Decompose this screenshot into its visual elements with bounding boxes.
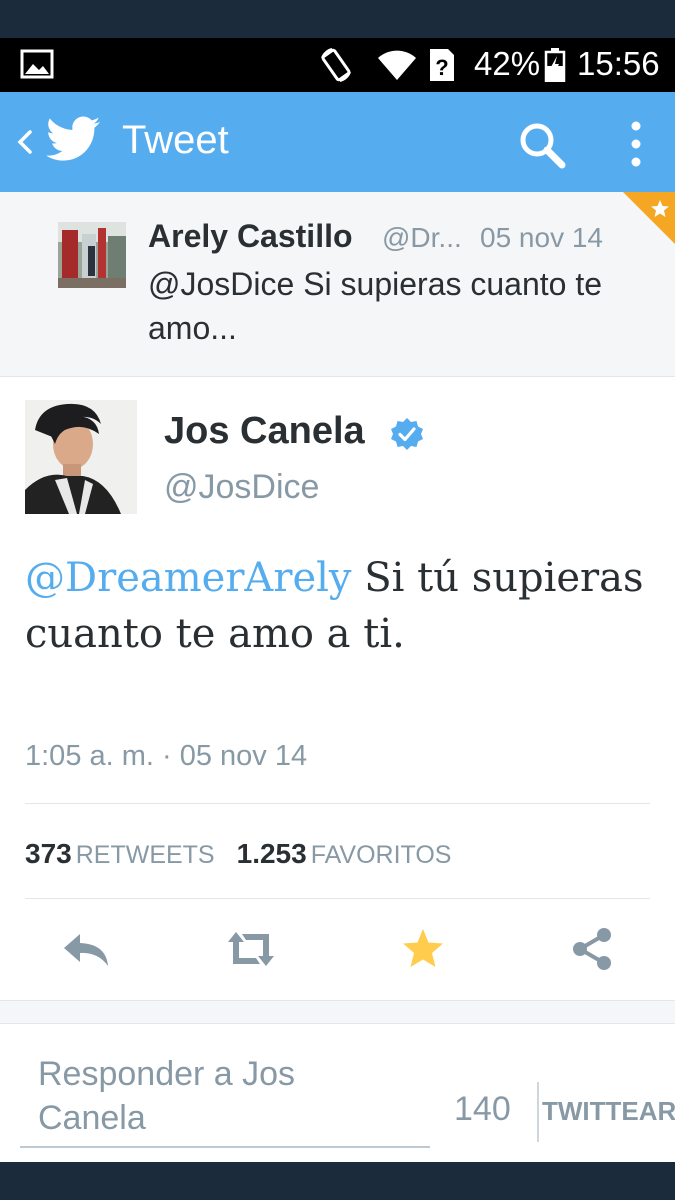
mention-link[interactable]: @DreamerArely	[25, 555, 352, 601]
search-icon[interactable]	[517, 120, 567, 170]
author-name[interactable]: Jos Canela	[164, 410, 365, 453]
tweet-button[interactable]: TWITTEAR	[542, 1096, 675, 1127]
section-separator	[0, 1000, 675, 1024]
parent-tweet-text: @JosDice Si supieras cuanto te amo...	[148, 266, 603, 346]
char-counter: 140	[454, 1090, 511, 1128]
status-bar: ? 42% 15:56	[0, 38, 675, 92]
author-handle: @JosDice	[164, 468, 320, 506]
reply-input[interactable]: Responder a Jos Canela	[20, 1052, 430, 1148]
divider	[25, 898, 650, 899]
favorite-label[interactable]: FAVORITOS	[311, 841, 452, 869]
svg-text:?: ?	[435, 55, 448, 80]
battery-charging-icon	[544, 48, 566, 82]
tweet-detail: Arely Castillo @Dr... 05 nov 14 @JosDice…	[0, 192, 675, 1162]
retweet-label[interactable]: RETWEETS	[76, 841, 215, 869]
divider	[25, 803, 650, 804]
wifi-icon	[378, 50, 416, 80]
gallery-icon	[20, 49, 54, 79]
share-icon[interactable]	[566, 924, 620, 974]
tweet-date: 05 nov 14	[480, 222, 603, 253]
parent-tweet[interactable]: Arely Castillo @Dr... 05 nov 14 @JosDice…	[0, 192, 675, 377]
retweet-count[interactable]: 373	[25, 838, 72, 869]
divider	[537, 1082, 539, 1142]
favorited-corner-icon	[623, 192, 675, 244]
app-bar: Tweet	[0, 92, 675, 192]
author-handle: @Dr...	[382, 222, 462, 253]
battery-percent: 42%	[474, 45, 541, 82]
tweet-stats: 373 RETWEETS 1.253 FAVORITOS	[25, 838, 473, 870]
reply-placeholder-line1: Responder a Jos	[38, 1055, 296, 1093]
reply-placeholder-line2: Canela	[38, 1099, 146, 1137]
screen-rotate-icon	[321, 48, 351, 82]
tweet-text: @DreamerArely Si tú supieras cuanto te a…	[25, 550, 645, 662]
more-vert-icon[interactable]	[622, 118, 650, 170]
tweet-timestamp: 1:05 a. m. · 05 nov 14	[25, 740, 308, 772]
twitter-bird-icon[interactable]	[46, 116, 100, 162]
page-title: Tweet	[122, 118, 229, 162]
favorite-count[interactable]: 1.253	[237, 838, 307, 869]
verified-badge-icon	[391, 418, 423, 450]
author-name[interactable]: Arely Castillo	[148, 218, 353, 255]
bottom-bar	[0, 1162, 675, 1200]
favorite-icon[interactable]	[396, 924, 450, 974]
reply-icon[interactable]	[58, 924, 112, 974]
sim-unknown-icon: ?	[430, 49, 454, 81]
avatar[interactable]	[58, 222, 126, 288]
avatar[interactable]	[25, 400, 137, 514]
clock: 15:56	[577, 45, 660, 82]
retweet-icon[interactable]	[224, 924, 278, 974]
back-icon[interactable]	[10, 112, 40, 172]
